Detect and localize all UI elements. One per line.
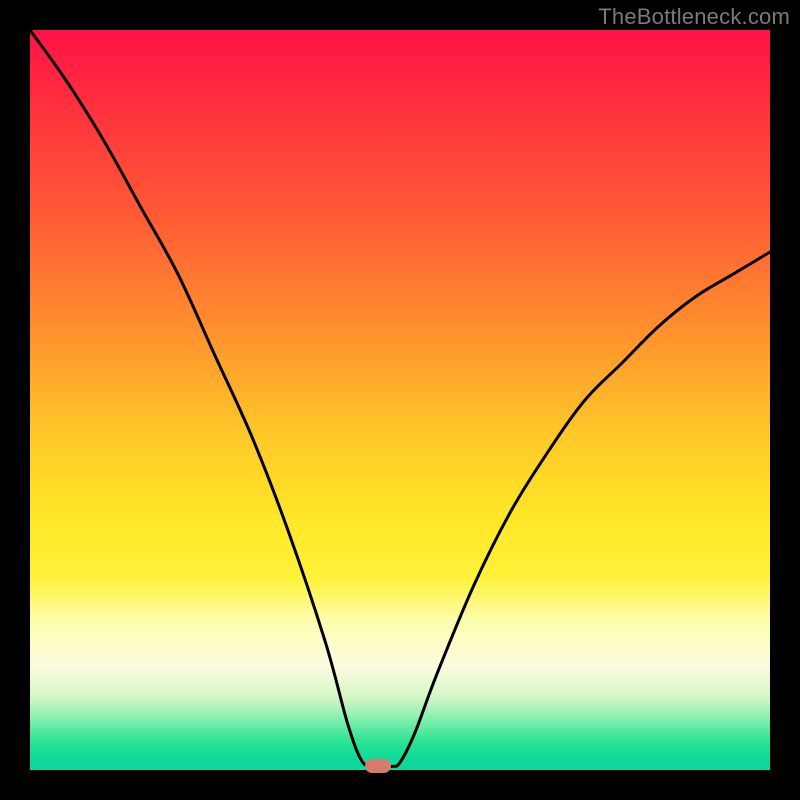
watermark-text: TheBottleneck.com — [598, 4, 790, 30]
curve-path — [30, 30, 770, 767]
bottleneck-curve — [30, 30, 770, 770]
optimum-marker — [365, 759, 391, 773]
chart-frame: TheBottleneck.com — [0, 0, 800, 800]
plot-area — [30, 30, 770, 770]
